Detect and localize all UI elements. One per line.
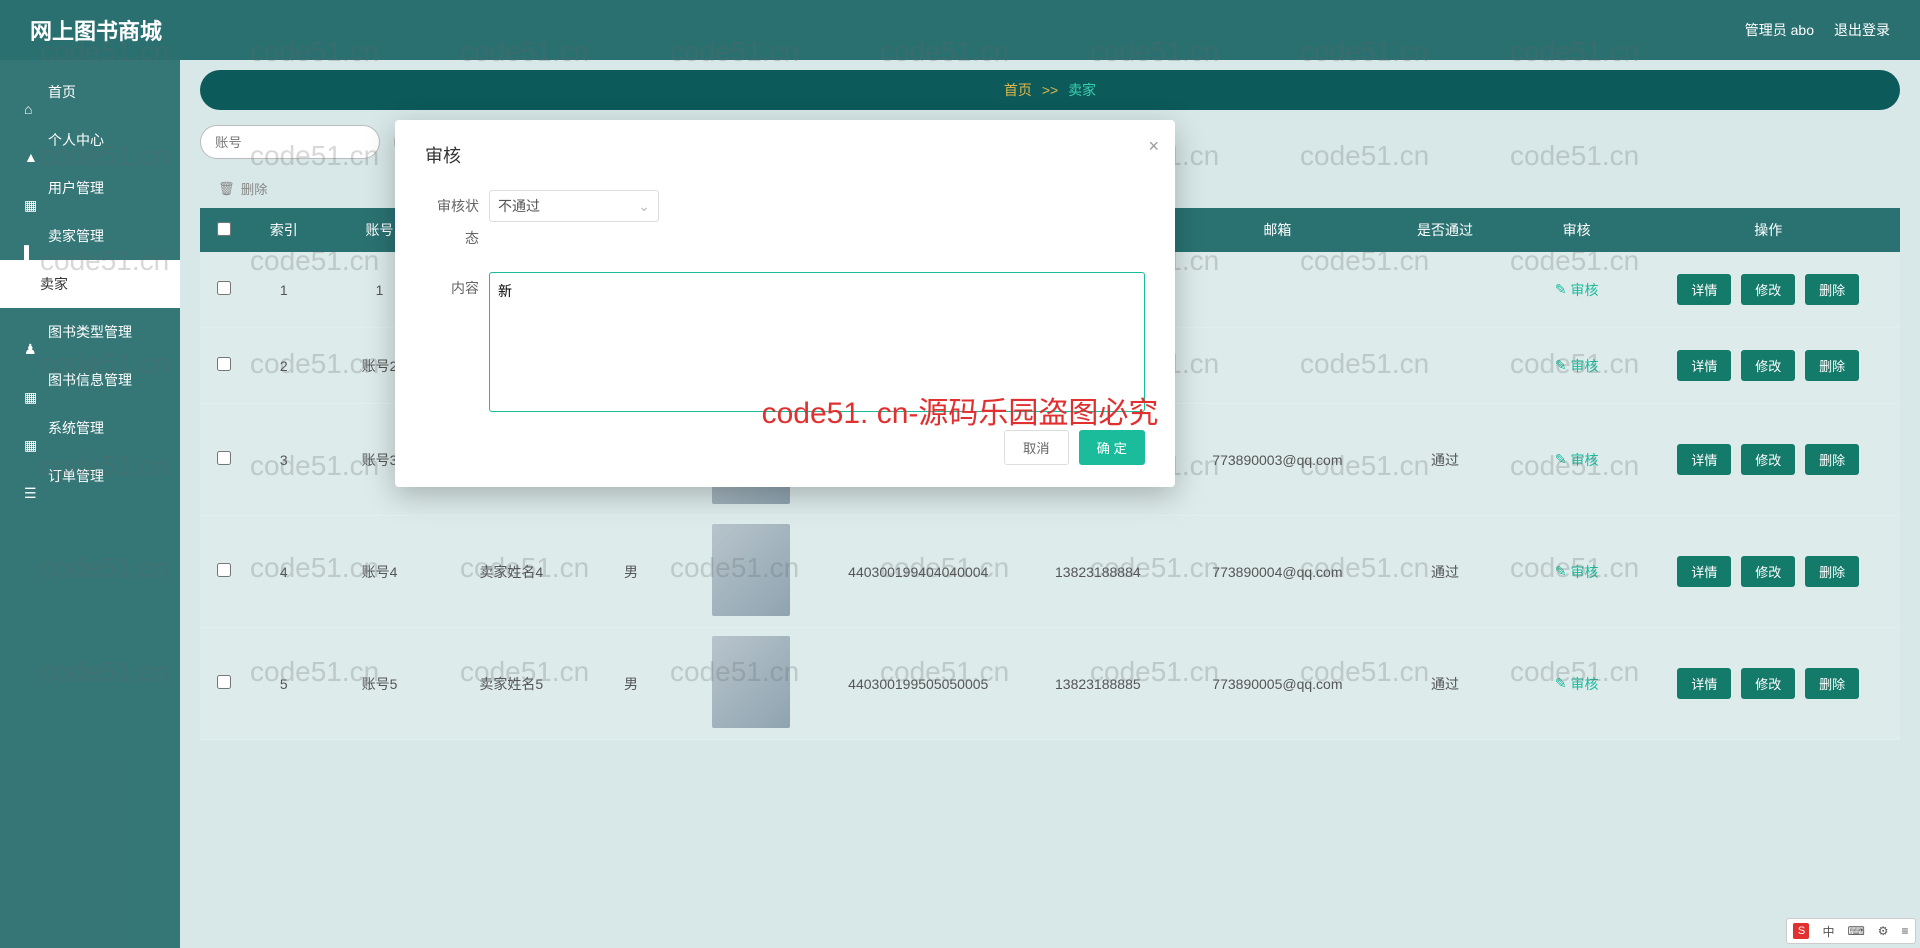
label-content: 内容 [425,272,489,304]
ime-menu-icon[interactable]: ≡ [1901,924,1908,938]
ime-logo-icon: S [1793,923,1809,939]
modal-title: 审核 [425,142,1145,168]
chevron-down-icon: ⌄ [638,198,650,215]
review-modal: × 审核 审核状态 不通过 ⌄ 内容 取消 确 定 [395,120,1175,487]
content-textarea[interactable] [489,272,1145,412]
ime-mode[interactable]: 中 [1822,923,1834,940]
close-icon[interactable]: × [1148,136,1159,157]
cancel-button[interactable]: 取消 [1004,430,1069,465]
ime-toolbar[interactable]: S 中 ⌨ ⚙ ≡ [1786,918,1916,944]
ime-settings-icon[interactable]: ⚙ [1878,924,1889,938]
label-status: 审核状态 [425,190,489,254]
confirm-button[interactable]: 确 定 [1079,430,1145,465]
ime-keyboard-icon[interactable]: ⌨ [1847,924,1864,938]
status-select[interactable]: 不通过 ⌄ [489,190,659,222]
